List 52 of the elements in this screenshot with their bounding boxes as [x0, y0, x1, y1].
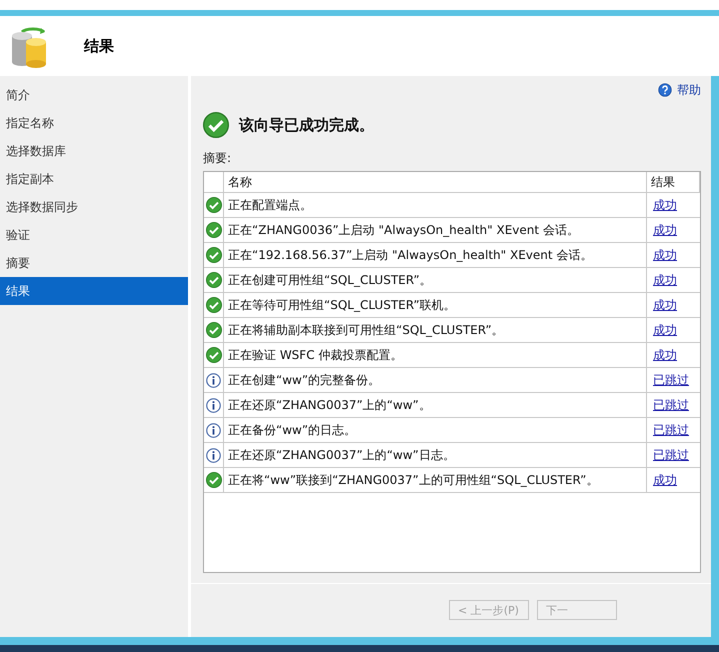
result-link[interactable]: 成功	[653, 222, 677, 238]
table-cell: 正在创建可用性组“SQL_CLUSTER”。	[224, 268, 647, 292]
check-icon	[206, 222, 222, 238]
table-cell: 正在“192.168.56.37”上启动 "AlwaysOn_health" XEvent 会话。	[224, 243, 647, 267]
result-link[interactable]: 已跳过	[653, 446, 689, 464]
sidebar-item[interactable]: 结果	[0, 277, 188, 305]
sidebar-item[interactable]: 简介	[0, 81, 188, 109]
status-message: 该向导已成功完成。	[239, 116, 374, 134]
info-icon	[206, 372, 221, 388]
table-cell: 正在配置端点。	[224, 193, 647, 217]
sidebar-item[interactable]: 选择数据同步	[0, 193, 188, 221]
page-title: 结果	[84, 36, 114, 56]
check-icon	[206, 247, 222, 263]
result-link[interactable]: 已跳过	[653, 372, 689, 388]
result-link[interactable]: 成功	[653, 272, 677, 288]
table-cell: 正在将“ww”联接到“ZHANG0037”上的可用性组“SQL_CLUSTER”。	[224, 468, 647, 492]
result-link[interactable]: 成功	[653, 346, 677, 364]
column-header: 名称	[224, 172, 647, 192]
table-cell: 正在等待可用性组“SQL_CLUSTER”联机。	[224, 293, 647, 317]
result-link[interactable]: 成功	[653, 246, 677, 264]
info-icon	[206, 448, 221, 462]
info-icon	[206, 398, 221, 412]
result-link[interactable]: 成功	[653, 296, 677, 314]
check-icon	[206, 322, 222, 338]
sidebar-item[interactable]: 验证	[0, 221, 188, 249]
result-link[interactable]: 成功	[653, 472, 677, 488]
result-link[interactable]: 已跳过	[653, 422, 689, 438]
check-icon	[206, 347, 222, 363]
result-link[interactable]: 成功	[653, 322, 677, 338]
info-icon	[206, 422, 221, 438]
check-icon	[206, 197, 222, 213]
table-cell: 正在创建“ww”的完整备份。	[224, 368, 647, 392]
table-cell: 正在还原“ZHANG0037”上的“ww”日志。	[224, 443, 647, 467]
result-link[interactable]: 成功	[653, 196, 677, 214]
table-cell: 正在还原“ZHANG0037”上的“ww”。	[224, 393, 647, 417]
sidebar-item[interactable]: 指定副本	[0, 165, 188, 193]
check-icon	[203, 112, 229, 138]
table-cell: 正在将辅助副本联接到可用性组“SQL_CLUSTER”。	[224, 318, 647, 342]
column-header: 结果	[647, 172, 700, 192]
help-link[interactable]: 帮助	[658, 82, 701, 98]
check-icon	[206, 297, 222, 313]
sidebar-item[interactable]: 选择数据库	[0, 137, 188, 165]
result-link[interactable]: 已跳过	[653, 396, 689, 414]
table-cell: 正在验证 WSFC 仲裁投票配置。	[224, 343, 647, 367]
help-icon	[658, 83, 672, 97]
check-icon	[206, 472, 222, 488]
sidebar-item[interactable]: 指定名称	[0, 109, 188, 137]
summary-label: 摘要:	[203, 150, 232, 167]
sidebar-item[interactable]: 摘要	[0, 249, 188, 277]
table-cell: 正在“ZHANG0036”上启动 "AlwaysOn_health" XEvent 会话。	[224, 218, 647, 242]
check-icon	[206, 272, 222, 288]
table-cell: 正在备份“ww”的日志。	[224, 418, 647, 442]
